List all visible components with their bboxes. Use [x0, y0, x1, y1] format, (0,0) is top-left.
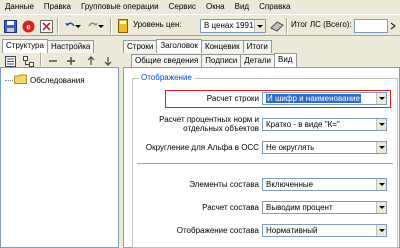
- display-group: Отображение Расчет строки И шифр и наиме…: [132, 73, 398, 248]
- menu-group-ops[interactable]: Групповые операции: [76, 0, 164, 14]
- menu-service[interactable]: Сервис: [164, 0, 201, 14]
- price-level-value: В ценах 1991 г.: [204, 21, 260, 30]
- toolbar-separator: [110, 18, 112, 34]
- menu-view[interactable]: Вид: [230, 0, 254, 14]
- toolbar-separator: [57, 18, 59, 34]
- composition-calc-label: Расчет состава: [202, 203, 259, 212]
- chevron-down-icon[interactable]: [376, 202, 386, 213]
- group-title: Отображение: [139, 73, 194, 82]
- toolbar-separator: [40, 53, 42, 66]
- chevron-down-icon[interactable]: [376, 142, 386, 153]
- tab-footer[interactable]: Концевик: [200, 40, 244, 53]
- percent-norms-value: Кратко - в виде "К=": [266, 120, 340, 129]
- left-tabs: Структура Настройка: [2, 39, 95, 53]
- tab-details[interactable]: Детали: [240, 54, 276, 67]
- row-calc-label: Расчет строки: [206, 94, 259, 103]
- report-icon[interactable]: e: [20, 18, 36, 34]
- tab-signatures[interactable]: Подписи: [201, 54, 242, 67]
- chevron-down-icon[interactable]: [254, 20, 265, 32]
- undo-dropdown-icon[interactable]: [74, 18, 82, 34]
- menu-data[interactable]: Данные: [0, 0, 39, 14]
- composition-display-select[interactable]: Нормативный: [262, 224, 387, 237]
- tab-general-info[interactable]: Общие сведения: [131, 54, 203, 67]
- composition-calc-value: Выводим процент: [266, 203, 333, 212]
- tree-item[interactable]: Обследования: [5, 74, 85, 86]
- tree-connector: [5, 79, 13, 81]
- price-level-select[interactable]: В ценах 1991 г.: [200, 19, 266, 33]
- svg-text:e: e: [26, 22, 31, 31]
- save-icon[interactable]: [2, 18, 18, 34]
- composition-items-label: Элементы состава: [189, 180, 259, 189]
- delete-icon[interactable]: [38, 18, 54, 34]
- tab-view[interactable]: Вид: [274, 53, 297, 67]
- chevron-down-icon[interactable]: [376, 179, 386, 190]
- percent-norms-select[interactable]: Кратко - в виде "К=": [262, 118, 387, 131]
- tab-structure[interactable]: Структура: [2, 39, 48, 53]
- menu-bar: Данные Правка Групповые операции Сервис …: [0, 0, 400, 14]
- menu-help[interactable]: Справка: [254, 0, 295, 14]
- composition-display-label: Отображение состава: [176, 226, 259, 235]
- tab-rows[interactable]: Строки: [123, 40, 158, 53]
- divider: [137, 163, 393, 165]
- total-field[interactable]: [354, 19, 388, 33]
- alpha-rounding-select[interactable]: Не округлять: [262, 141, 387, 154]
- tree-toolbar: [0, 53, 119, 67]
- row-calc-select[interactable]: И шифр и наименование: [262, 92, 387, 105]
- percent-norms-label: Расчет процентных норм и отдельных объек…: [159, 115, 259, 133]
- toolbar-separator: [286, 18, 288, 34]
- tab-header[interactable]: Заголовок: [156, 39, 202, 53]
- alpha-rounding-value: Не округлять: [266, 143, 315, 152]
- chevron-down-icon[interactable]: [376, 93, 386, 104]
- book-icon[interactable]: [115, 18, 131, 34]
- tab-settings[interactable]: Настройка: [46, 40, 95, 53]
- tree-view[interactable]: Обследования: [0, 67, 119, 248]
- top-tabs: Строки Заголовок Концевик Итоги: [123, 39, 272, 53]
- menu-windows[interactable]: Окна: [201, 0, 230, 14]
- folder-icon: [14, 74, 27, 86]
- eraser-icon[interactable]: [269, 18, 285, 34]
- view-settings-pane: Отображение Расчет строки И шифр и наиме…: [123, 67, 400, 248]
- alpha-rounding-label: Округление для Альфа в ОСС: [145, 143, 259, 152]
- composition-calc-select[interactable]: Выводим процент: [262, 201, 387, 214]
- toolbar: e Уровень цен: В ценах 1991 г. Итог ЛС (…: [0, 14, 400, 36]
- chevron-right-icon[interactable]: [388, 18, 398, 34]
- row-calc-value: И шифр и наименование: [266, 94, 361, 103]
- menu-edit[interactable]: Правка: [39, 0, 76, 14]
- chevron-down-icon[interactable]: [376, 119, 386, 130]
- composition-items-select[interactable]: Включенные: [262, 178, 387, 191]
- total-label: Итог ЛС (Всего):: [291, 20, 352, 29]
- price-level-label: Уровень цен:: [133, 20, 182, 29]
- redo-dropdown-icon[interactable]: [97, 18, 105, 34]
- tree-item-label: Обследования: [30, 75, 85, 85]
- composition-display-value: Нормативный: [266, 226, 318, 235]
- composition-items-value: Включенные: [266, 180, 314, 189]
- tab-totals[interactable]: Итоги: [242, 40, 272, 53]
- sub-tabs: Общие сведения Подписи Детали Вид: [131, 53, 297, 67]
- chevron-down-icon[interactable]: [376, 225, 386, 236]
